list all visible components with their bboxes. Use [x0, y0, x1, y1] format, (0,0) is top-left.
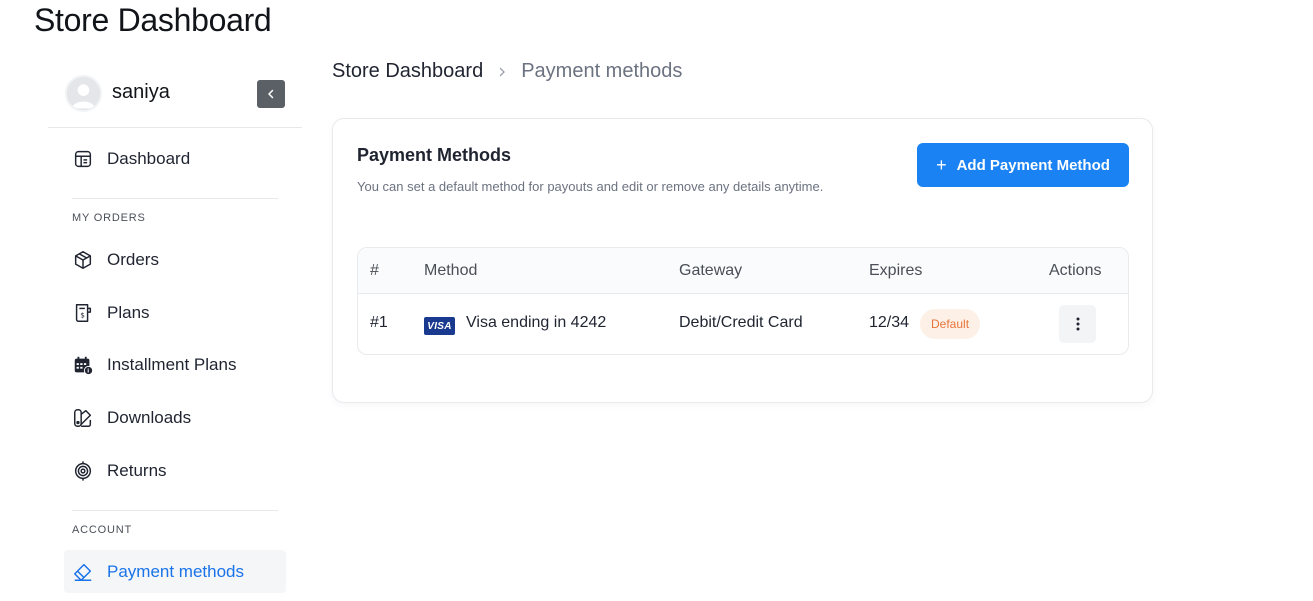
svg-text:$: $ [80, 311, 85, 320]
svg-text:i: i [87, 369, 89, 375]
sidebar-item-orders[interactable]: Orders [64, 240, 286, 280]
page-title: Store Dashboard [34, 2, 272, 38]
column-header-actions: Actions [1049, 262, 1102, 279]
section-label-account: ACCOUNT [72, 524, 132, 536]
returns-icon [72, 460, 94, 482]
column-header-gateway: Gateway [679, 262, 743, 279]
breadcrumb: Store Dashboard Payment methods [332, 60, 682, 83]
plus-icon: + [936, 154, 947, 175]
payment-methods-card: Payment Methods You can set a default me… [332, 118, 1153, 403]
sidebar-item-label: Orders [107, 250, 159, 269]
breadcrumb-current: Payment methods [521, 60, 683, 82]
calendar-icon: i [72, 354, 94, 376]
username: saniya [112, 81, 170, 103]
table-header: # Method Gateway Expires Actions [358, 248, 1128, 294]
card-title: Payment Methods [357, 145, 512, 165]
sidebar-item-installment-plans[interactable]: i Installment Plans [64, 345, 286, 385]
chevron-right-icon [497, 67, 507, 77]
user-avatar-icon [67, 77, 100, 110]
add-payment-method-button[interactable]: + Add Payment Method [917, 143, 1129, 187]
sidebar-item-label: Downloads [107, 408, 192, 427]
column-header-expires: Expires [869, 262, 923, 279]
sidebar-item-label: Dashboard [107, 149, 191, 168]
box-icon [72, 249, 94, 271]
payment-methods-table: # Method Gateway Expires Actions #1 VISA… [357, 247, 1129, 355]
add-payment-method-label: Add Payment Method [956, 156, 1110, 174]
downloads-icon [72, 407, 94, 429]
row-method: Visa ending in 4242 [466, 314, 607, 331]
sidebar-item-label: Installment Plans [107, 355, 237, 374]
sidebar-item-returns[interactable]: Returns [64, 451, 286, 491]
table-row: #1 VISA Visa ending in 4242 Debit/Credit… [358, 294, 1128, 354]
sidebar-item-label: Plans [107, 303, 150, 322]
row-actions-button[interactable] [1059, 305, 1096, 343]
collapse-sidebar-button[interactable] [257, 80, 285, 108]
sidebar-item-label: Payment methods [107, 561, 245, 581]
row-expires: 12/34 [869, 314, 910, 331]
card-subtitle: You can set a default method for payouts… [357, 179, 824, 194]
sidebar: saniya Dashboard MY ORDERS Orders $ Plan… [48, 62, 302, 601]
user-profile: saniya [48, 62, 302, 128]
section-label-my-orders: MY ORDERS [72, 212, 146, 224]
row-gateway: Debit/Credit Card [679, 314, 803, 331]
visa-brand-text: VISA [427, 320, 452, 332]
dashboard-icon [72, 148, 94, 170]
chevron-left-icon [268, 89, 274, 99]
payment-icon [72, 561, 94, 583]
avatar[interactable] [65, 75, 102, 112]
sidebar-item-label: Returns [107, 461, 167, 480]
divider [72, 198, 278, 199]
column-header-index: # [370, 262, 379, 279]
visa-card-icon: VISA [424, 317, 455, 335]
sidebar-item-dashboard[interactable]: Dashboard [64, 139, 286, 179]
sidebar-item-plans[interactable]: $ Plans [64, 293, 286, 333]
sidebar-item-downloads[interactable]: Downloads [64, 398, 286, 438]
row-index: #1 [370, 314, 388, 331]
column-header-method: Method [424, 262, 478, 279]
breadcrumb-root-link[interactable]: Store Dashboard [332, 60, 483, 83]
more-vertical-icon [1076, 317, 1079, 331]
plans-icon: $ [72, 302, 94, 324]
default-badge: Default [920, 309, 981, 339]
sidebar-item-payment-methods[interactable]: Payment methods [64, 550, 286, 593]
divider [72, 510, 278, 511]
